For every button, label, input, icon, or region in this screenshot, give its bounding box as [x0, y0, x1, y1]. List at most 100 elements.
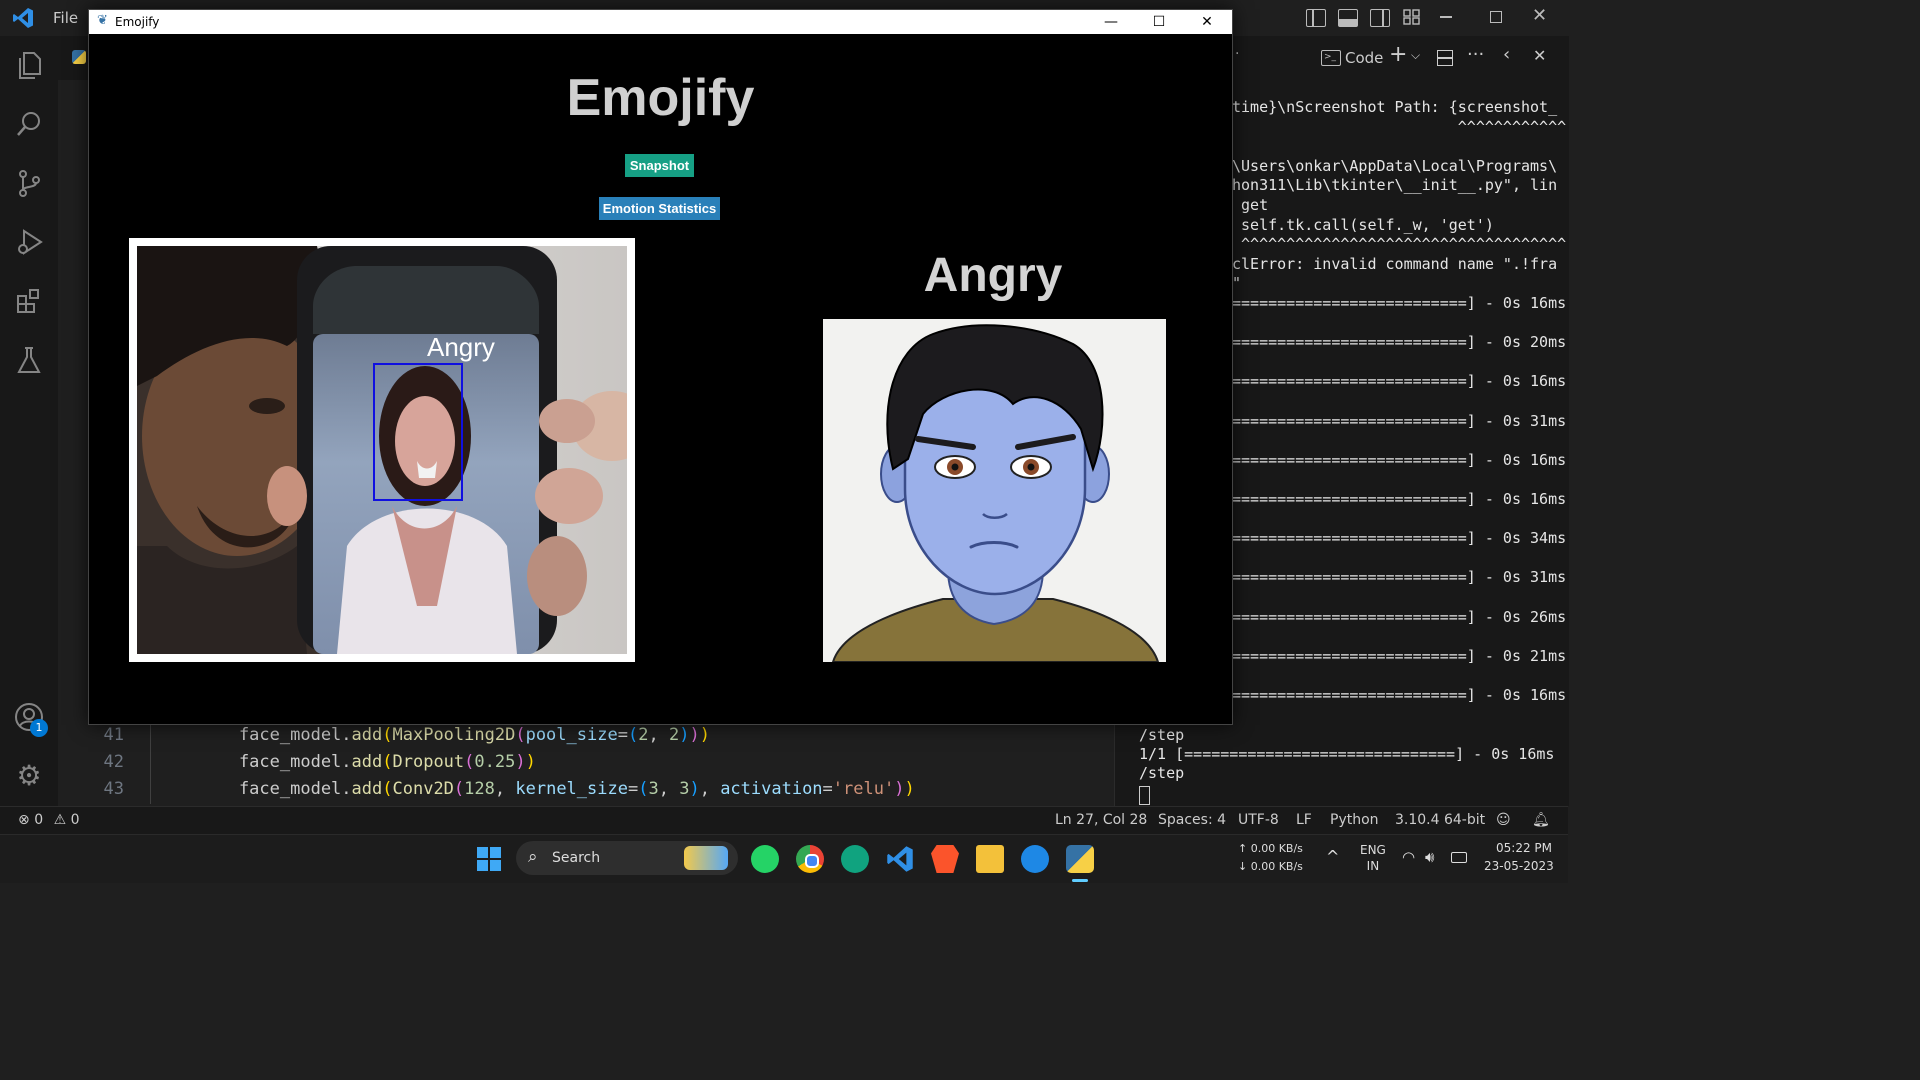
explorer-icon[interactable] — [14, 50, 44, 80]
layout-secondary-icon[interactable] — [1370, 9, 1390, 27]
volume-icon[interactable]: 🔊︎ — [1425, 848, 1434, 866]
vscode-taskbar-icon[interactable] — [886, 845, 914, 873]
chrome-icon[interactable] — [796, 845, 824, 873]
terminal-line: ^^^^^^^^^^^^ — [1232, 118, 1567, 136]
emojify-titlebar[interactable]: ❦ Emojify — ☐ ✕ — [89, 10, 1232, 34]
start-icon[interactable] — [477, 847, 501, 871]
language-mode[interactable]: Python — [1330, 812, 1379, 828]
menu-file[interactable]: File — [53, 9, 78, 27]
emotion-label: Angry — [923, 249, 1063, 302]
run-debug-icon[interactable] — [14, 227, 44, 257]
code-line-41[interactable]: 41 face_model.add(MaxPooling2D(pool_size… — [96, 722, 710, 749]
testing-icon[interactable] — [14, 345, 44, 375]
wifi-icon[interactable]: ◠ — [1402, 848, 1415, 866]
settings-gear-icon[interactable]: ⚙ — [14, 761, 44, 791]
terminal-line: ==========================] - 0s 21ms — [1232, 647, 1567, 665]
feedback-icon[interactable]: ☺ — [1496, 812, 1511, 828]
terminal-line: ==========================] - 0s 16ms — [1232, 490, 1567, 508]
minimize-icon[interactable] — [1440, 16, 1452, 18]
language-code: ENG — [1360, 843, 1386, 857]
terminal-line: ==========================] - 0s 16ms — [1232, 686, 1567, 704]
clock-date[interactable]: 23-05-2023 — [1484, 859, 1554, 873]
terminal-line: ==========================] - 0s 34ms — [1232, 529, 1567, 547]
accounts-badge: 1 — [30, 719, 48, 737]
whatsapp-icon[interactable] — [751, 845, 779, 873]
indentation[interactable]: Spaces: 4 — [1158, 812, 1226, 828]
terminal-line: time}\nScreenshot Path: {screenshot_ — [1232, 98, 1558, 116]
layout-sidebar-icon[interactable] — [1306, 9, 1326, 27]
chatgpt-icon[interactable] — [841, 845, 869, 873]
chevron-left-icon[interactable]: ‹ — [1503, 44, 1510, 65]
code-line-42[interactable]: 42 face_model.add(Dropout(0.25)) — [96, 749, 536, 776]
new-terminal-icon[interactable]: + — [1389, 42, 1407, 67]
terminal-dropdown-icon[interactable]: ⌵ — [1411, 48, 1420, 63]
search-highlight-icon — [684, 846, 728, 870]
battery-icon[interactable] — [1451, 852, 1467, 863]
file-explorer-icon[interactable] — [976, 845, 1004, 873]
error-count: 0 — [34, 812, 44, 828]
network-speed-down: ↓ 0.00 KB/s — [1238, 860, 1303, 873]
tk-feather-icon: ❦ — [97, 13, 108, 28]
tray-chevron-icon[interactable]: ^ — [1326, 847, 1339, 866]
windows-taskbar: ⌕ Search ↑ 0.00 KB/s ↓ 0.00 KB/s ^ ENG I… — [0, 834, 1568, 883]
split-terminal-icon[interactable] — [1437, 50, 1453, 66]
emojify-heading: Emojify — [566, 69, 755, 127]
emojify-close-icon[interactable]: ✕ — [1184, 10, 1230, 34]
terminal-line: ==========================] - 0s 31ms — [1232, 568, 1567, 586]
customize-layout-icon[interactable] — [1403, 9, 1421, 25]
headphones-icon[interactable] — [1021, 845, 1049, 873]
code-line-43[interactable]: 43 face_model.add(Conv2D(128, kernel_siz… — [96, 776, 915, 803]
indent-guide — [150, 722, 151, 804]
taskbar-search-box[interactable]: ⌕ Search — [516, 841, 738, 875]
webcam-image: Angry — [137, 246, 627, 654]
cursor-position[interactable]: Ln 27, Col 28 — [1055, 812, 1147, 828]
terminal-line: ^^^^^^^^^^^^^^^^^^^^^^^^^^^^^^^^^^^^ — [1232, 235, 1567, 253]
emotion-statistics-button[interactable]: Emotion Statistics — [599, 197, 720, 220]
detected-face-label: Angry — [427, 332, 495, 362]
terminal-name[interactable]: Code — [1345, 49, 1383, 67]
emoji-avatar — [823, 319, 1166, 662]
terminal-dots-icon: · — [1235, 46, 1240, 62]
search-icon[interactable] — [14, 109, 44, 139]
terminal-tail-3: /step — [1139, 764, 1185, 782]
python-interpreter[interactable]: 3.10.4 64-bit — [1395, 812, 1485, 828]
terminal-launch-icon: >_ — [1321, 50, 1341, 66]
maximize-icon[interactable] — [1490, 11, 1502, 23]
encoding[interactable]: UTF-8 — [1238, 812, 1279, 828]
terminal-line: ==========================] - 0s 31ms — [1232, 412, 1567, 430]
clock-time[interactable]: 05:22 PM — [1496, 841, 1552, 855]
warning-icon: ⚠ — [53, 812, 67, 828]
terminal-line: " — [1232, 274, 1242, 292]
search-placeholder: Search — [552, 850, 601, 866]
close-panel-icon[interactable]: ✕ — [1533, 46, 1546, 65]
status-bar: ⊗ 0 ⚠ 0 Ln 27, Col 28 Spaces: 4 UTF-8 LF… — [0, 806, 1568, 835]
emojify-minimize-icon[interactable]: — — [1088, 10, 1134, 34]
notifications-icon[interactable]: 🔔︎ — [1532, 812, 1550, 828]
vscode-logo-icon — [12, 7, 34, 29]
terminal-line: ==========================] - 0s 20ms — [1232, 333, 1567, 351]
line-ending[interactable]: LF — [1296, 812, 1312, 828]
more-actions-icon[interactable]: ··· — [1467, 44, 1484, 65]
snapshot-button[interactable]: Snapshot — [625, 154, 694, 177]
layout-panel-icon[interactable] — [1338, 9, 1358, 27]
search-icon: ⌕ — [528, 847, 538, 867]
terminal-line: ==========================] - 0s 16ms — [1232, 451, 1567, 469]
activity-bar: 1 ⚙ — [0, 36, 58, 806]
terminal-line: \Users\onkar\AppData\Local\Programs\ — [1232, 157, 1558, 175]
source-control-icon[interactable] — [14, 168, 44, 198]
extensions-icon[interactable] — [14, 286, 44, 316]
network-speed-up: ↑ 0.00 KB/s — [1238, 842, 1303, 855]
terminal-line: ==========================] - 0s 16ms — [1232, 372, 1567, 390]
brave-icon[interactable] — [931, 845, 959, 873]
language-indicator[interactable]: ENG IN — [1360, 842, 1386, 874]
close-icon[interactable]: ✕ — [1532, 5, 1547, 26]
error-icon: ⊗ — [18, 812, 30, 828]
errors-indicator[interactable]: ⊗ 0 ⚠ 0 — [18, 812, 80, 828]
emojify-maximize-icon[interactable]: ☐ — [1136, 10, 1182, 34]
terminal-line: clError: invalid command name ".!fra — [1232, 255, 1558, 273]
python-app-icon[interactable] — [1066, 845, 1094, 873]
region-code: IN — [1366, 859, 1380, 873]
terminal-cursor — [1139, 786, 1150, 805]
terminal-line: self.tk.call(self._w, 'get') — [1232, 216, 1494, 234]
webcam-frame: Angry — [129, 238, 635, 662]
